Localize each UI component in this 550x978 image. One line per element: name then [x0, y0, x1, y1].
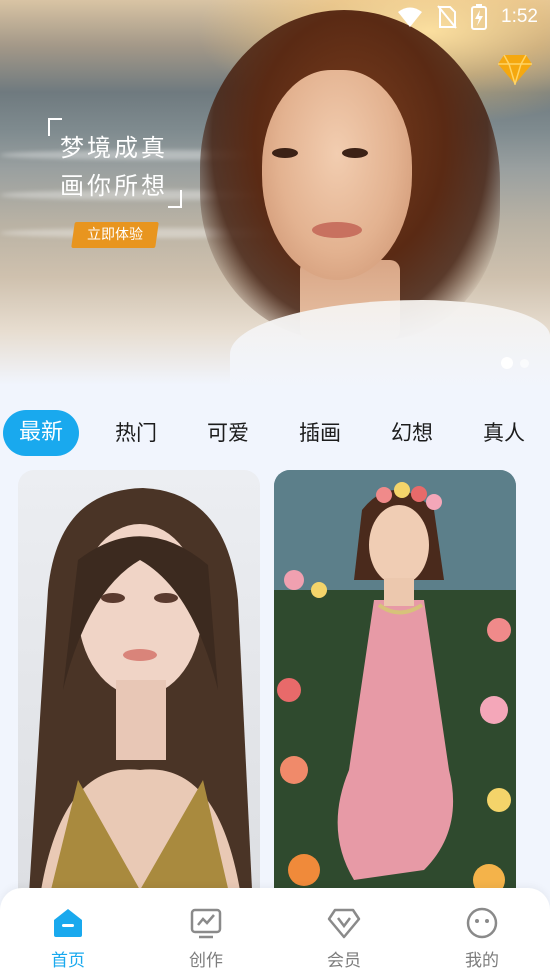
tab-latest[interactable]: 最新 — [3, 410, 80, 456]
category-tabs: 最新 热门 可爱 插画 幻想 真人 — [0, 410, 550, 456]
tab-cute[interactable]: 可爱 — [207, 410, 249, 456]
nav-label: 我的 — [465, 951, 499, 971]
artwork-image-flower-girl — [274, 470, 516, 910]
banner-portrait-lips — [312, 222, 362, 238]
banner-portrait-eye — [272, 148, 298, 158]
artwork-card[interactable] — [18, 470, 260, 910]
tab-real-person[interactable]: 真人 — [483, 410, 525, 456]
artwork-image-portrait — [28, 488, 253, 910]
app-screen: 梦境成真 画你所想 立即体验 1:52 最新 热门 可爱 插画 幻想 真人 首页… — [0, 0, 550, 978]
nav-label: 首页 — [51, 951, 85, 971]
banner-portrait-face — [262, 70, 412, 280]
try-now-button[interactable]: 立即体验 — [71, 222, 159, 248]
banner-portrait-eye — [342, 148, 368, 158]
nav-profile[interactable]: 我的 — [442, 906, 522, 971]
no-sim-icon — [437, 5, 457, 29]
banner-slogan: 梦境成真 画你所想 — [48, 118, 182, 208]
vip-diamond-icon[interactable] — [497, 53, 533, 85]
slogan-line-2: 画你所想 — [60, 172, 168, 200]
try-now-label: 立即体验 — [87, 227, 143, 243]
nav-label: 创作 — [189, 951, 223, 971]
nav-home[interactable]: 首页 — [28, 906, 108, 971]
vip-icon — [327, 908, 361, 939]
home-icon — [54, 909, 82, 937]
battery-charging-icon — [471, 4, 488, 30]
status-bar: 1:52 — [0, 0, 550, 34]
tab-fantasy[interactable]: 幻想 — [391, 410, 433, 456]
nav-label: 会员 — [327, 951, 361, 971]
bottom-navigation: 首页 创作 会员 我的 — [0, 888, 550, 978]
hero-banner[interactable]: 梦境成真 画你所想 立即体验 — [0, 0, 550, 385]
profile-icon — [466, 907, 498, 939]
nav-vip[interactable]: 会员 — [304, 906, 384, 971]
tab-hot[interactable]: 热门 — [115, 410, 157, 456]
tab-illustration[interactable]: 插画 — [299, 410, 341, 456]
indicator-dot — [520, 359, 529, 368]
create-icon — [190, 908, 222, 939]
nav-create[interactable]: 创作 — [166, 906, 246, 971]
slogan-line-1: 梦境成真 — [60, 134, 168, 162]
wifi-icon — [398, 7, 423, 27]
banner-page-indicator — [501, 357, 529, 369]
artwork-card[interactable] — [274, 470, 516, 910]
indicator-dot-active — [501, 357, 513, 369]
status-time: 1:52 — [501, 6, 538, 27]
bracket-decoration — [168, 190, 182, 208]
